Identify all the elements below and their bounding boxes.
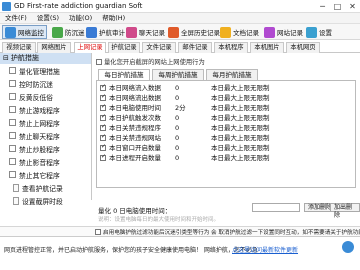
folder-icon (220, 26, 231, 38)
checkbox[interactable] (100, 113, 106, 121)
list-item[interactable]: 本日护航触发次数0本日最大上限无限制 (97, 113, 355, 123)
checkbox[interactable] (9, 93, 16, 100)
tab-local-programs[interactable]: 本机程序 (214, 42, 248, 53)
toolbar-screenshot-history[interactable]: 全屏历史记录 (168, 25, 220, 39)
checkbox[interactable] (9, 80, 16, 87)
tree-root-guard-measures[interactable]: ⊟ 护航措施 (0, 53, 91, 64)
sidebar-tree: ⊟ 护航措施 量化管理措施 控时防沉迷 反黄反低俗 禁止游戏程序 禁止上网程序 … (0, 53, 92, 206)
toolbar-settings[interactable]: 设置 (306, 25, 332, 39)
toolbar-network-monitor[interactable]: 网络监控 (2, 25, 47, 39)
checkbox[interactable] (100, 143, 106, 151)
checkbox[interactable] (100, 133, 106, 141)
menu-functions[interactable]: 功能(O) (64, 13, 97, 23)
sidebar-item-block-media[interactable]: 禁止影音程序 (0, 155, 91, 168)
usage-limit-description: 说明：设置电脑每日的最大使用时间和开始时间。 (98, 217, 220, 223)
list-item[interactable]: 本日关禁违规程序0本日最大上限无限制 (97, 123, 355, 133)
sidebar-item-block-stocks[interactable]: 禁止炒股程序 (0, 142, 91, 155)
sidebar-item-block-internet[interactable]: 禁止上网程序 (0, 116, 91, 129)
tab-email-records[interactable]: 邮件记录 (178, 42, 212, 53)
close-button[interactable]: ✕ (345, 0, 360, 13)
monitor-option[interactable]: 量化您开启截屏的网站上网使用行为 (96, 57, 205, 66)
document-icon (13, 196, 19, 205)
shield-icon (52, 26, 63, 38)
menu-bar: 文件(F) 设置(S) 功能(O) 帮助(H) (0, 13, 360, 24)
tab-local-webpages[interactable]: 本机网页 (286, 42, 320, 53)
title-bar: GD First-rate addiction guardian Soft ─ … (0, 0, 360, 13)
toolbar-chat-records[interactable]: 聊天记录 (126, 25, 165, 39)
sidebar-item-time-control[interactable]: 控时防沉迷 (0, 77, 91, 90)
window-title: GD First-rate addiction guardian Soft (14, 2, 143, 10)
record-tabs: 视频记录 网络图片 上网记录 护航记录 文件记录 邮件记录 本机程序 本机图片 … (0, 41, 360, 54)
menu-settings[interactable]: 设置(S) (32, 13, 64, 23)
usage-limit-input[interactable] (252, 203, 300, 212)
tab-guard-records[interactable]: 护航记录 (108, 42, 140, 53)
tab-video-records[interactable]: 视频记录 (2, 42, 36, 53)
list-item[interactable]: 本日窗口开启数量0本日最大上限无限制 (97, 143, 355, 153)
sidebar-item-quantified-management[interactable]: 量化管理措施 (0, 64, 91, 77)
document-icon (13, 183, 19, 192)
sidebar-item-anti-porn[interactable]: 反黄反低俗 (0, 90, 91, 103)
checkbox[interactable] (100, 153, 106, 161)
brand-logo-icon (342, 241, 354, 253)
expand-minus-icon: ⊟ (3, 54, 9, 62)
checkbox[interactable] (100, 93, 106, 101)
checkbox[interactable] (100, 83, 106, 91)
checkbox[interactable] (9, 158, 16, 165)
list-item[interactable]: 本日网络流入数据0本日最大上限无限制 (97, 83, 355, 93)
status-bar: 网页进程管控正常，并已启动护航服务，保护您的孩子安全健康使用电脑！ 网络护航，您… (0, 236, 360, 270)
tab-weekly-measures[interactable]: 每周护航措施 (152, 69, 204, 80)
menu-help[interactable]: 帮助(H) (97, 13, 130, 23)
checkbox[interactable] (96, 58, 102, 65)
minimize-button[interactable]: ─ (315, 0, 330, 13)
chat-icon (126, 26, 137, 38)
measures-list: 本日网络流入数据0本日最大上限无限制 本日网络流出数据0本日最大上限无限制 本日… (96, 80, 356, 188)
toolbar-document-records[interactable]: 文档记录 (220, 25, 259, 39)
main-panel: 量化您开启截屏的网站上网使用行为 每日护航措施 每周护航措施 每月护航措施 本日… (92, 53, 360, 200)
guard-filter-option: 启用电脑护航过滤功能后沉迷引类型等行为 会 取消护航过滤一下设置同时互动，如不需… (0, 226, 360, 236)
toolbar: 网络监控 防沉迷 护航审计 聊天记录 全屏历史记录 文档记录 网站记录 设置 (0, 24, 360, 40)
checkbox[interactable] (9, 106, 16, 113)
globe-icon (264, 26, 275, 38)
checkbox[interactable] (9, 171, 16, 178)
toolbar-anti-addiction[interactable]: 防沉迷 (52, 25, 85, 39)
window-controls: ─ □ ✕ (315, 0, 360, 13)
checkbox[interactable] (9, 67, 16, 74)
app-logo-icon (2, 2, 11, 11)
sidebar-item-block-chat[interactable]: 禁止聊天程序 (0, 129, 91, 142)
checkbox[interactable] (100, 103, 106, 111)
toolbar-website-records[interactable]: 网站记录 (264, 25, 303, 39)
checkbox[interactable] (9, 145, 16, 152)
tab-file-records[interactable]: 文件记录 (142, 42, 176, 53)
status-notice: 网页进程管控正常，并已启动护航服务，保护您的孩子安全健康使用电脑！ 网络护航，您… (4, 247, 258, 254)
list-item[interactable]: 本日电脑使用时间2分本日最大上限无限制 (97, 103, 355, 113)
update-link[interactable]: 点这里访问最新软件更新 (232, 245, 298, 254)
toolbar-audit[interactable]: 护航审计 (86, 25, 125, 39)
list-item[interactable]: 本日关禁违规网站0本日最大上限无限制 (97, 133, 355, 143)
checkbox[interactable] (9, 119, 16, 126)
sidebar-item-block-other[interactable]: 禁止其它程序 (0, 168, 91, 181)
list-item[interactable]: 本日网络流出数据0本日最大上限无限制 (97, 93, 355, 103)
checkbox[interactable] (95, 229, 101, 235)
usage-limit-label: 量化 0 日电脑使用时间： (98, 207, 172, 215)
usage-limit-panel: 量化 0 日电脑使用时间： 添加删除 加出删除 说明：设置电脑每日的最大使用时间… (92, 200, 360, 226)
screenshot-icon (168, 26, 179, 38)
audit-icon (86, 26, 97, 38)
gear-icon (306, 26, 317, 38)
list-item[interactable]: 本日进程开启数量0本日最大上限无限制 (97, 153, 355, 163)
checkbox[interactable] (100, 123, 106, 131)
monitor-icon (5, 26, 16, 38)
menu-file[interactable]: 文件(F) (0, 13, 32, 23)
guard-filter-text: 启用电脑护航过滤功能后沉迷引类型等行为 会 取消护航过滤一下设置同时互动，如不需… (103, 230, 360, 236)
checkbox[interactable] (9, 132, 16, 139)
tab-monthly-measures[interactable]: 每月护航措施 (206, 69, 258, 80)
tab-network-images[interactable]: 网络图片 (37, 42, 71, 53)
tab-local-images[interactable]: 本机图片 (250, 42, 284, 53)
sidebar-item-view-records[interactable]: 查看护航记录 (0, 181, 91, 194)
sidebar-item-screenshot-schedule[interactable]: 设置截屏时段 (0, 194, 91, 207)
sidebar-item-block-games[interactable]: 禁止游戏程序 (0, 103, 91, 116)
add-remove-alt-button[interactable]: 加出删除 (330, 203, 360, 219)
maximize-button[interactable]: □ (330, 0, 345, 13)
